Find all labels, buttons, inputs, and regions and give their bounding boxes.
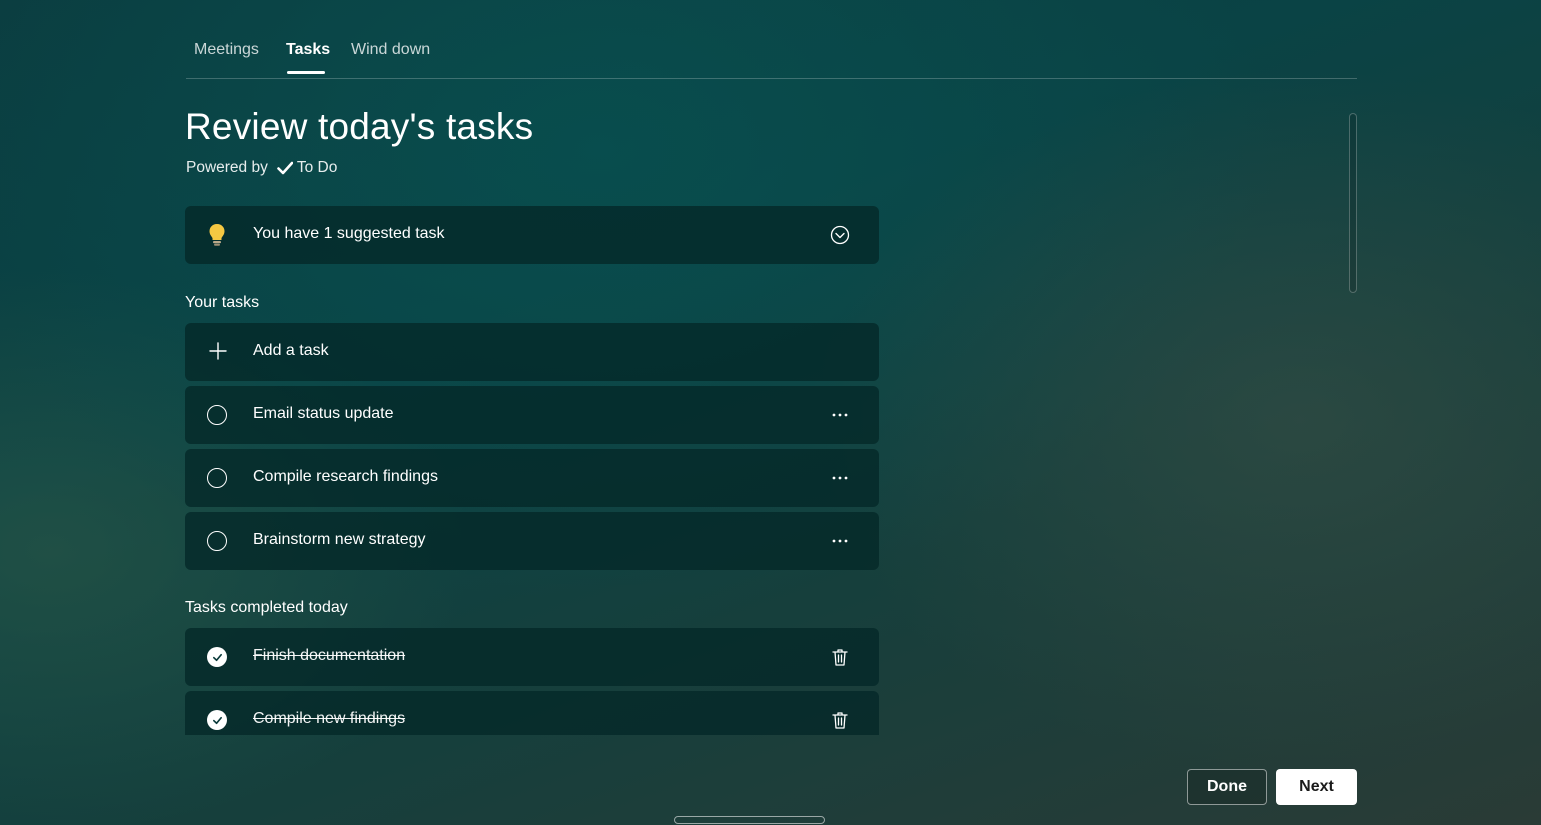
task-checkbox-circle-icon[interactable]	[207, 405, 227, 425]
task-label: Brainstorm new strategy	[253, 531, 426, 548]
active-tab-indicator	[287, 71, 325, 74]
trash-icon[interactable]	[830, 647, 850, 667]
task-label: Compile research findings	[253, 468, 438, 485]
todo-check-icon	[277, 161, 293, 175]
task-checkbox-circle-icon[interactable]	[207, 468, 227, 488]
suggested-task-text: You have 1 suggested task	[253, 225, 445, 242]
task-checkbox-circle-icon[interactable]	[207, 531, 227, 551]
next-button[interactable]: Next	[1276, 769, 1357, 805]
tab-bar: Meetings Tasks Wind down	[186, 30, 1357, 79]
completed-task-label: Finish documentation	[253, 647, 406, 664]
tab-wind-down[interactable]: Wind down	[351, 41, 430, 59]
your-tasks-heading: Your tasks	[185, 294, 260, 311]
more-options-icon[interactable]	[830, 405, 850, 425]
powered-by-app: To Do	[296, 159, 338, 176]
more-options-icon[interactable]	[830, 468, 850, 488]
add-task-label: Add a task	[253, 342, 329, 359]
completed-tasks-heading: Tasks completed today	[185, 599, 348, 616]
task-label: Email status update	[253, 405, 394, 422]
plus-icon	[209, 342, 227, 360]
task-item[interactable]: Compile research findings	[185, 449, 879, 507]
checked-circle-icon[interactable]	[207, 710, 227, 730]
powered-by-label: Powered by	[186, 159, 268, 176]
suggested-tasks-card[interactable]: You have 1 suggested task	[185, 206, 879, 264]
completed-task-label: Compile new findings	[253, 710, 406, 727]
tab-meetings[interactable]: Meetings	[194, 41, 259, 59]
drag-handle[interactable]	[674, 816, 825, 824]
chevron-down-circle-icon[interactable]	[830, 225, 850, 245]
completed-task-item[interactable]: Compile new findings	[185, 691, 879, 735]
scrollbar[interactable]	[1349, 113, 1357, 293]
page-title: Review today's tasks	[185, 106, 534, 147]
more-options-icon[interactable]	[830, 531, 850, 551]
completed-task-item[interactable]: Finish documentation	[185, 628, 879, 686]
task-item[interactable]: Brainstorm new strategy	[185, 512, 879, 570]
completed-tasks-list: Finish documentation Compile new finding…	[185, 628, 879, 735]
done-button[interactable]: Done	[1187, 769, 1267, 805]
checked-circle-icon[interactable]	[207, 647, 227, 667]
trash-icon[interactable]	[830, 710, 850, 730]
add-task-button[interactable]: Add a task	[185, 323, 879, 381]
task-item[interactable]: Email status update	[185, 386, 879, 444]
lightbulb-icon	[209, 224, 225, 246]
tab-tasks[interactable]: Tasks	[286, 41, 330, 59]
powered-by: Powered by To Do	[186, 159, 337, 177]
